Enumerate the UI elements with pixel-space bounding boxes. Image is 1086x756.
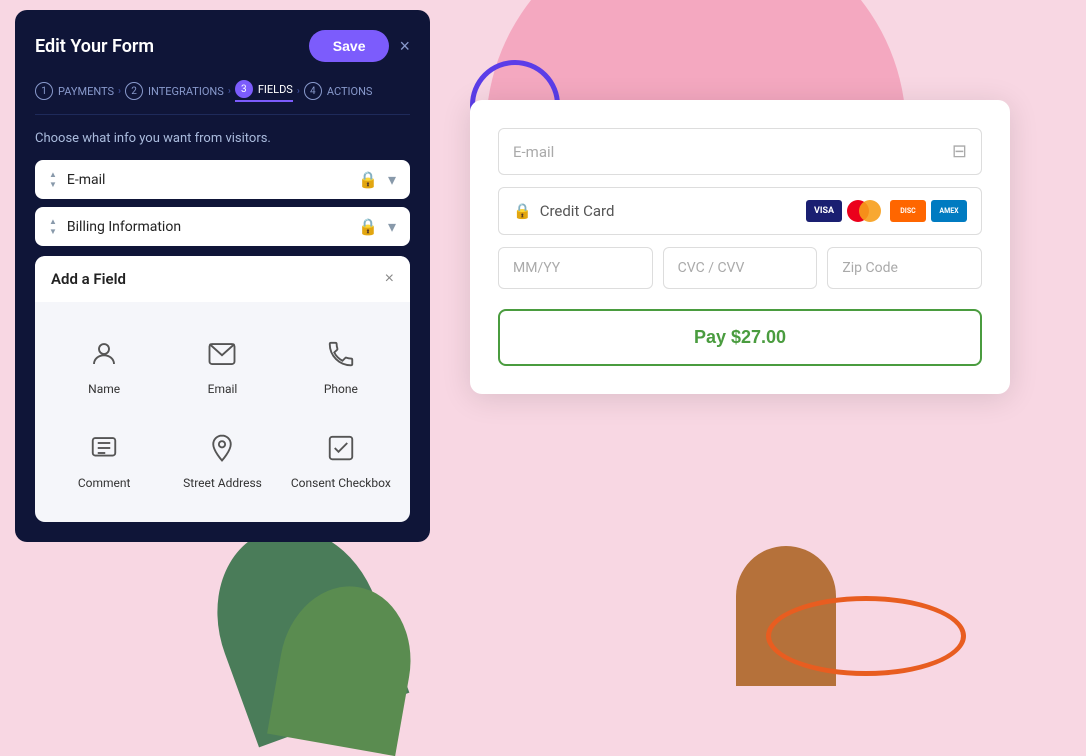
location-icon [202, 428, 242, 468]
field-grid-item-name[interactable]: Name [45, 318, 163, 412]
email-input-label: E-mail [513, 143, 554, 161]
sort-arrows-billing[interactable]: ▲ ▼ [49, 217, 57, 236]
step-num-4: 4 [304, 82, 322, 100]
field-label-billing: Billing Information [67, 219, 181, 235]
comment-icon [84, 428, 124, 468]
bg-orange-ellipse [766, 596, 966, 676]
step-label-payments: PAYMENTS [58, 85, 114, 98]
lock-icon-billing: 🔒 [358, 217, 378, 236]
field-row-email-right: 🔒 ▾ [358, 170, 396, 189]
field-grid-label-consent-checkbox: Consent Checkbox [291, 476, 391, 490]
step-fields[interactable]: 3 FIELDS [235, 80, 293, 102]
step-integrations[interactable]: 2 INTEGRATIONS [125, 82, 224, 100]
step-label-fields: FIELDS [258, 83, 293, 96]
field-grid-item-street-address[interactable]: Street Address [163, 412, 281, 506]
field-label-email: E-mail [67, 172, 106, 188]
field-row-email-left: ▲ ▼ E-mail [49, 170, 105, 189]
credit-card-left: 🔒 Credit Card [513, 202, 614, 220]
steps-nav: 1 PAYMENTS › 2 INTEGRATIONS › 3 FIELDS ›… [35, 80, 410, 115]
lock-icon-card: 🔒 [513, 202, 532, 220]
amex-logo: AMEX [931, 200, 967, 222]
panel-header: Edit Your Form Save × [35, 30, 410, 62]
field-row-billing-left: ▲ ▼ Billing Information [49, 217, 181, 236]
credit-card-label: Credit Card [540, 202, 615, 220]
email-icon [202, 334, 242, 374]
left-panel: Edit Your Form Save × 1 PAYMENTS › 2 INT… [15, 10, 430, 542]
step-divider-3: › [297, 86, 300, 97]
expand-icon-billing[interactable]: ▾ [388, 217, 396, 236]
visa-logo: VISA [806, 200, 842, 222]
sort-arrows-email[interactable]: ▲ ▼ [49, 170, 57, 189]
email-input-row[interactable]: E-mail ⊟ [498, 128, 982, 175]
field-row-billing: ▲ ▼ Billing Information 🔒 ▾ [35, 207, 410, 246]
expand-icon-email[interactable]: ▾ [388, 170, 396, 189]
field-row-billing-right: 🔒 ▾ [358, 217, 396, 236]
card-logos: VISA DISC AMEX [806, 200, 967, 222]
step-payments[interactable]: 1 PAYMENTS [35, 82, 114, 100]
credit-card-row[interactable]: 🔒 Credit Card VISA DISC AMEX [498, 187, 982, 235]
step-num-3: 3 [235, 80, 253, 98]
field-grid-label-phone: Phone [324, 382, 358, 396]
step-actions[interactable]: 4 ACTIONS [304, 82, 373, 100]
field-grid-label-name: Name [88, 382, 120, 396]
right-card: E-mail ⊟ 🔒 Credit Card VISA DISC AMEX MM… [470, 100, 1010, 394]
field-grid-item-email[interactable]: Email [163, 318, 281, 412]
add-field-close-button[interactable]: × [385, 270, 394, 288]
mastercard-logo [847, 200, 885, 222]
field-grid: Name Email Phone [35, 302, 410, 522]
step-divider-1: › [118, 86, 121, 97]
field-grid-item-consent-checkbox[interactable]: Consent Checkbox [282, 412, 400, 506]
lock-icon-email: 🔒 [358, 170, 378, 189]
save-button[interactable]: Save [309, 30, 390, 62]
discover-logo: DISC [890, 200, 926, 222]
mmyy-field[interactable]: MM/YY [498, 247, 653, 289]
field-grid-item-comment[interactable]: Comment [45, 412, 163, 506]
field-row-email: ▲ ▼ E-mail 🔒 ▾ [35, 160, 410, 199]
field-grid-label-comment: Comment [78, 476, 131, 490]
cvv-field[interactable]: CVC / CVV [663, 247, 818, 289]
card-fields-row: MM/YY CVC / CVV Zip Code [498, 247, 982, 289]
checkbox-icon [321, 428, 361, 468]
field-grid-label-street-address: Street Address [183, 476, 262, 490]
step-label-integrations: INTEGRATIONS [148, 85, 224, 98]
field-grid-label-email: Email [208, 382, 238, 396]
add-field-title: Add a Field [51, 270, 126, 288]
step-num-1: 1 [35, 82, 53, 100]
step-label-actions: ACTIONS [327, 85, 373, 98]
add-field-panel: Add a Field × Name [35, 256, 410, 522]
step-divider-2: › [228, 86, 231, 97]
field-grid-item-phone[interactable]: Phone [282, 318, 400, 412]
choose-text: Choose what info you want from visitors. [35, 131, 410, 146]
step-num-2: 2 [125, 82, 143, 100]
zip-field[interactable]: Zip Code [827, 247, 982, 289]
phone-icon [321, 334, 361, 374]
pay-button[interactable]: Pay $27.00 [498, 309, 982, 366]
person-icon [84, 334, 124, 374]
panel-close-button[interactable]: × [399, 36, 410, 57]
panel-title: Edit Your Form [35, 36, 154, 57]
add-field-header: Add a Field × [35, 256, 410, 302]
email-field-icon: ⊟ [952, 141, 967, 162]
